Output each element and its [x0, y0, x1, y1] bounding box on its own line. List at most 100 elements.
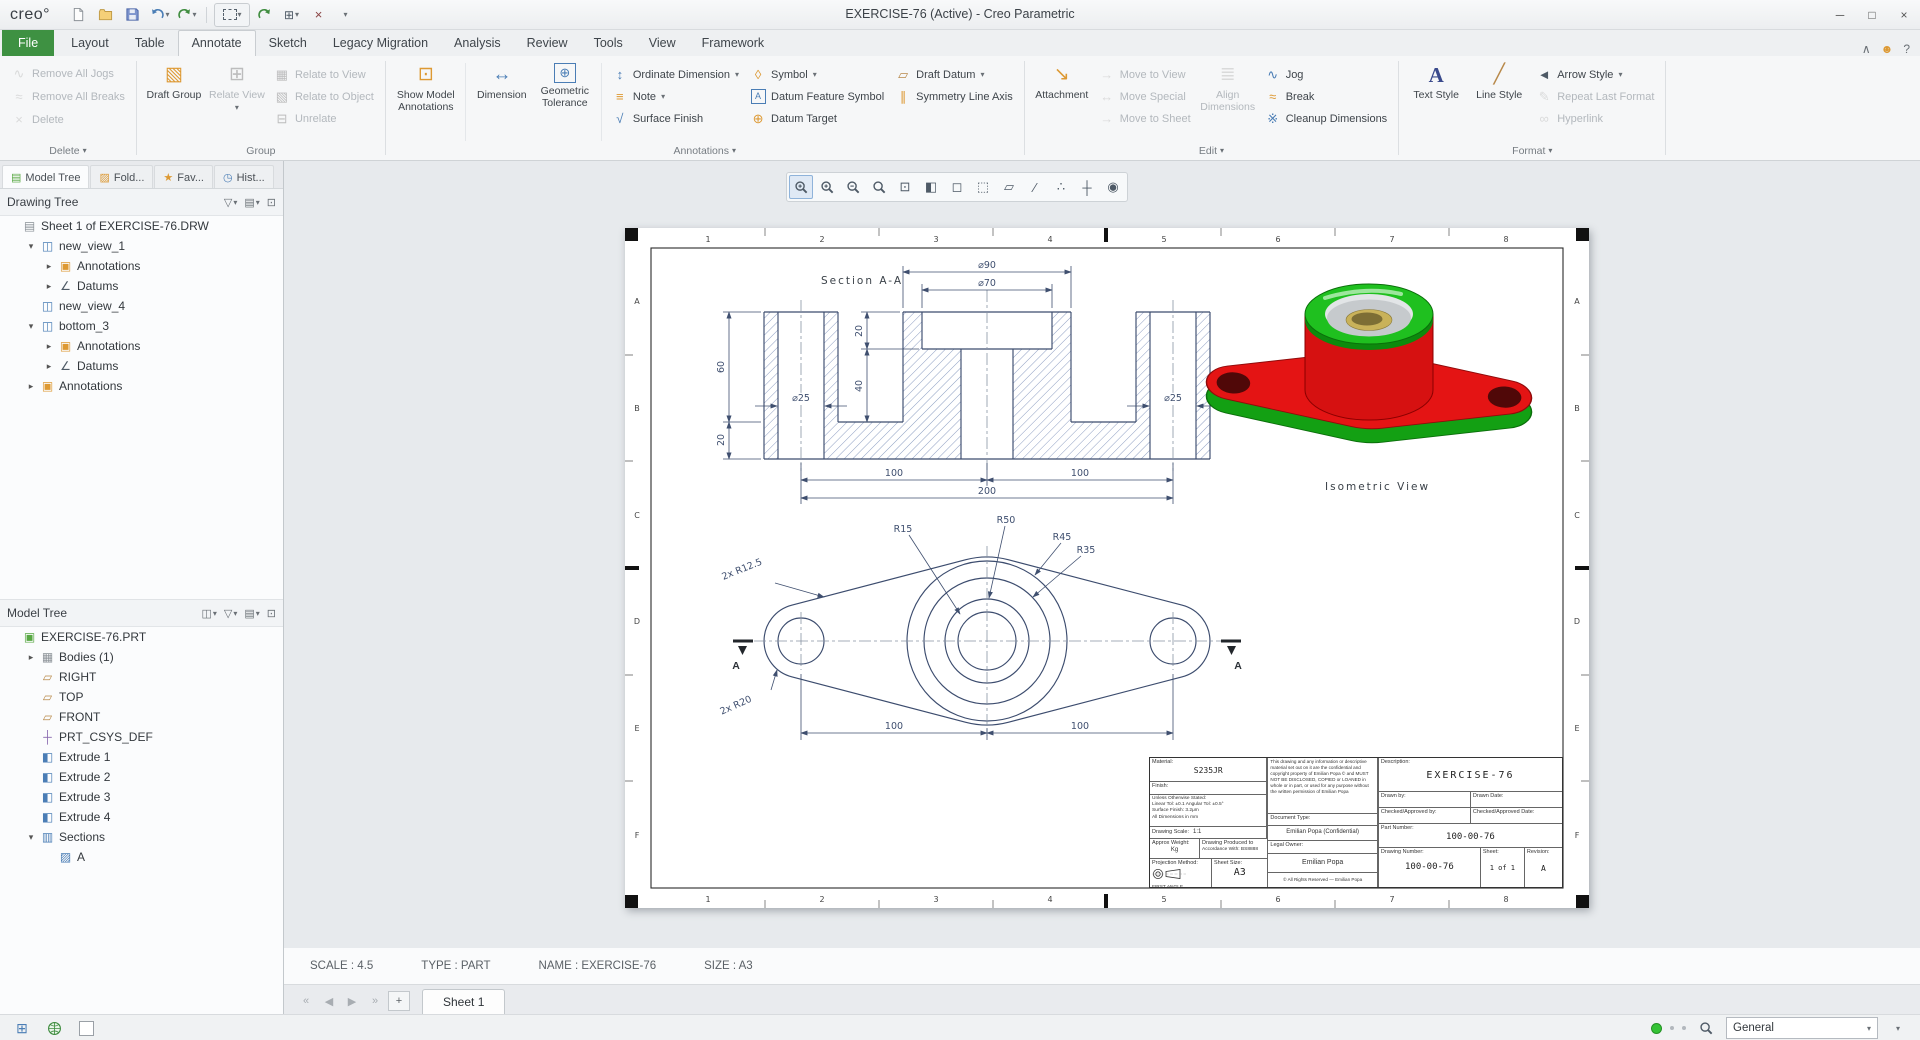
tree-item-sheet1[interactable]: ▤ Sheet 1 of EXERCISE-76.DRW [0, 216, 283, 236]
csys-toggle[interactable]: ┼ [1075, 175, 1099, 199]
zoom-region-button[interactable] [789, 175, 813, 199]
minimize-button[interactable]: ─ [1824, 3, 1856, 27]
tab-model-tree[interactable]: ▤ Model Tree [2, 165, 90, 188]
line-style-button[interactable]: ╱ Line Style [1469, 61, 1529, 103]
relate-to-object-button[interactable]: ▧ Relate to Object [270, 86, 378, 107]
note-button[interactable]: ≡ Note ▾ [608, 86, 743, 107]
relate-view-button[interactable]: ⊞ Relate View ▾ [207, 61, 267, 115]
geometric-tolerance-button[interactable]: ⊕ Geometric Tolerance [535, 61, 595, 111]
web-browser-button[interactable] [42, 1018, 66, 1038]
tab-analysis[interactable]: Analysis [441, 31, 514, 56]
datum-plane-toggle[interactable]: ▱ [997, 175, 1021, 199]
section-view-label[interactable]: Section A-A [821, 275, 903, 287]
undo-button[interactable]: ▾ [147, 4, 172, 26]
redo-button[interactable]: ▾ [174, 4, 199, 26]
draft-datum-button[interactable]: ▱ Draft Datum ▾ [891, 64, 1017, 85]
tree-item-extrude-4[interactable]: ◧ Extrude 4 [0, 807, 283, 827]
tab-layout[interactable]: Layout [58, 31, 122, 56]
tree-item-bottom-3[interactable]: ▾ ◫ bottom_3 [0, 316, 283, 336]
surface-finish-button[interactable]: √ Surface Finish [608, 108, 743, 129]
tree-item-section-a[interactable]: ▨ A [0, 847, 283, 867]
tree-item-datums[interactable]: ▸ ∠ Datums [0, 276, 283, 296]
tab-file[interactable]: File [2, 30, 55, 56]
break-button[interactable]: ≈ Break [1261, 86, 1392, 107]
first-sheet-button[interactable]: « [296, 992, 316, 1010]
tree-item-new-view-1[interactable]: ▾ ◫ new_view_1 [0, 236, 283, 256]
expand-arrow[interactable]: ▸ [44, 281, 54, 292]
tab-table[interactable]: Table [122, 31, 178, 56]
tree-settings-button[interactable]: ⊡ [267, 607, 276, 620]
remove-all-jogs-button[interactable]: ∿ Remove All Jogs [7, 63, 118, 84]
filter-dropdown[interactable]: General ▾ [1726, 1017, 1878, 1039]
repaint-button[interactable]: ⊡ [893, 175, 917, 199]
tree-item-front-plane[interactable]: ▱ FRONT [0, 707, 283, 727]
ordinate-dimension-button[interactable]: ↕ Ordinate Dimension ▾ [608, 64, 743, 85]
symbol-button[interactable]: ◊ Symbol ▾ [746, 64, 888, 85]
expand-arrow[interactable]: ▾ [26, 321, 36, 332]
expand-arrow[interactable]: ▾ [26, 832, 36, 843]
move-to-sheet-button[interactable]: → Move to Sheet [1095, 108, 1195, 129]
attachment-button[interactable]: ↘ Attachment [1032, 61, 1092, 103]
tab-review[interactable]: Review [514, 31, 581, 56]
tree-item-extrude-3[interactable]: ◧ Extrude 3 [0, 787, 283, 807]
group-label-annotations[interactable]: Annotations ▾ [386, 141, 1024, 160]
tab-view[interactable]: View [636, 31, 689, 56]
spin-center-toggle[interactable]: ◉ [1101, 175, 1125, 199]
move-special-button[interactable]: ↔ Move Special [1095, 86, 1195, 107]
datum-target-button[interactable]: ⊕ Datum Target [746, 108, 888, 129]
tab-legacy-migration[interactable]: Legacy Migration [320, 31, 441, 56]
remove-all-breaks-button[interactable]: ≈ Remove All Breaks [7, 86, 129, 107]
cleanup-dimensions-button[interactable]: ※ Cleanup Dimensions [1261, 108, 1392, 129]
unrelate-button[interactable]: ⊟ Unrelate [270, 108, 378, 129]
expand-arrow[interactable]: ▸ [26, 381, 36, 392]
previous-sheet-button[interactable]: ◀ [319, 992, 339, 1010]
tree-settings-button[interactable]: ⊡ [267, 196, 276, 209]
front-view-dimensions[interactable]: R15 R50 R45 R35 2x R12.5 2x R20 100 100 [717, 514, 1174, 740]
regenerate-button[interactable] [252, 4, 277, 26]
tab-history[interactable]: ◷ Hist... [214, 165, 274, 188]
repeat-last-format-button[interactable]: ✎ Repeat Last Format [1532, 86, 1658, 107]
maximize-button[interactable]: □ [1856, 3, 1888, 27]
zoom-out-button[interactable] [841, 175, 865, 199]
tree-item-extrude-1[interactable]: ◧ Extrude 1 [0, 747, 283, 767]
drawing-sheet[interactable]: 1 2 3 4 5 6 7 8 1 2 3 4 5 6 7 8 A B C D E F A B C D E F Section … [625, 228, 1589, 908]
dimension-button[interactable]: ↔ Dimension [472, 61, 532, 103]
tree-item-extrude-2[interactable]: ◧ Extrude 2 [0, 767, 283, 787]
last-sheet-button[interactable]: » [365, 992, 385, 1010]
datum-point-toggle[interactable]: ∴ [1049, 175, 1073, 199]
notifications-button[interactable] [74, 1018, 98, 1038]
tab-sketch[interactable]: Sketch [256, 31, 320, 56]
tree-item-datums[interactable]: ▸ ∠ Datums [0, 356, 283, 376]
symmetry-line-axis-button[interactable]: ∥ Symmetry Line Axis [891, 86, 1017, 107]
draft-group-button[interactable]: ▧ Draft Group [144, 61, 204, 103]
help-button[interactable]: ? [1903, 42, 1910, 56]
sheet-tab-1[interactable]: Sheet 1 [422, 989, 506, 1015]
expand-arrow[interactable]: ▸ [44, 341, 54, 352]
quick-access-more-button[interactable]: ▾ [333, 4, 358, 26]
expand-arrow[interactable]: ▸ [26, 652, 36, 663]
isometric-view[interactable]: Isometric View [1204, 283, 1533, 493]
refit-button[interactable] [867, 175, 891, 199]
show-model-annotations-button[interactable]: ⊡ Show Model Annotations [393, 61, 459, 115]
display-style-button[interactable]: ◧ [919, 175, 943, 199]
front-view[interactable]: A A R15 R50 R45 R35 2x R12.5 2x R20 100 … [717, 514, 1242, 740]
datum-axis-toggle[interactable]: ∕ [1023, 175, 1047, 199]
graphics-area[interactable]: ⊡ ◧ ◻ ⬚ ▱ ∕ ∴ ┼ ◉ 1 2 3 4 5 6 7 8 1 2 3 … [284, 160, 1920, 948]
tree-item-annotations[interactable]: ▸ ▣ Annotations [0, 256, 283, 276]
move-to-view-button[interactable]: → Move to View [1095, 64, 1195, 85]
filter-options-button[interactable]: ▾ [1886, 1018, 1910, 1038]
new-file-button[interactable] [66, 4, 91, 26]
tree-item-sections[interactable]: ▾ ▥ Sections [0, 827, 283, 847]
tab-folder-browser[interactable]: ▨ Fold... [90, 165, 154, 188]
tree-item-annotations[interactable]: ▸ ▣ Annotations [0, 376, 283, 396]
relate-to-view-button[interactable]: ▦ Relate to View [270, 64, 378, 85]
align-dimensions-button[interactable]: ≣ Align Dimensions [1198, 61, 1258, 115]
save-button[interactable] [120, 4, 145, 26]
close-button[interactable]: × [1888, 3, 1920, 27]
jog-button[interactable]: ∿ Jog [1261, 64, 1392, 85]
hyperlink-button[interactable]: ∞ Hyperlink [1532, 108, 1658, 129]
datum-feature-symbol-button[interactable]: A Datum Feature Symbol [746, 86, 888, 107]
all-programs-button[interactable]: ⊞ [10, 1018, 34, 1038]
tree-filter-button[interactable]: ▽ ▾ [224, 196, 237, 209]
tree-item-new-view-4[interactable]: ◫ new_view_4 [0, 296, 283, 316]
